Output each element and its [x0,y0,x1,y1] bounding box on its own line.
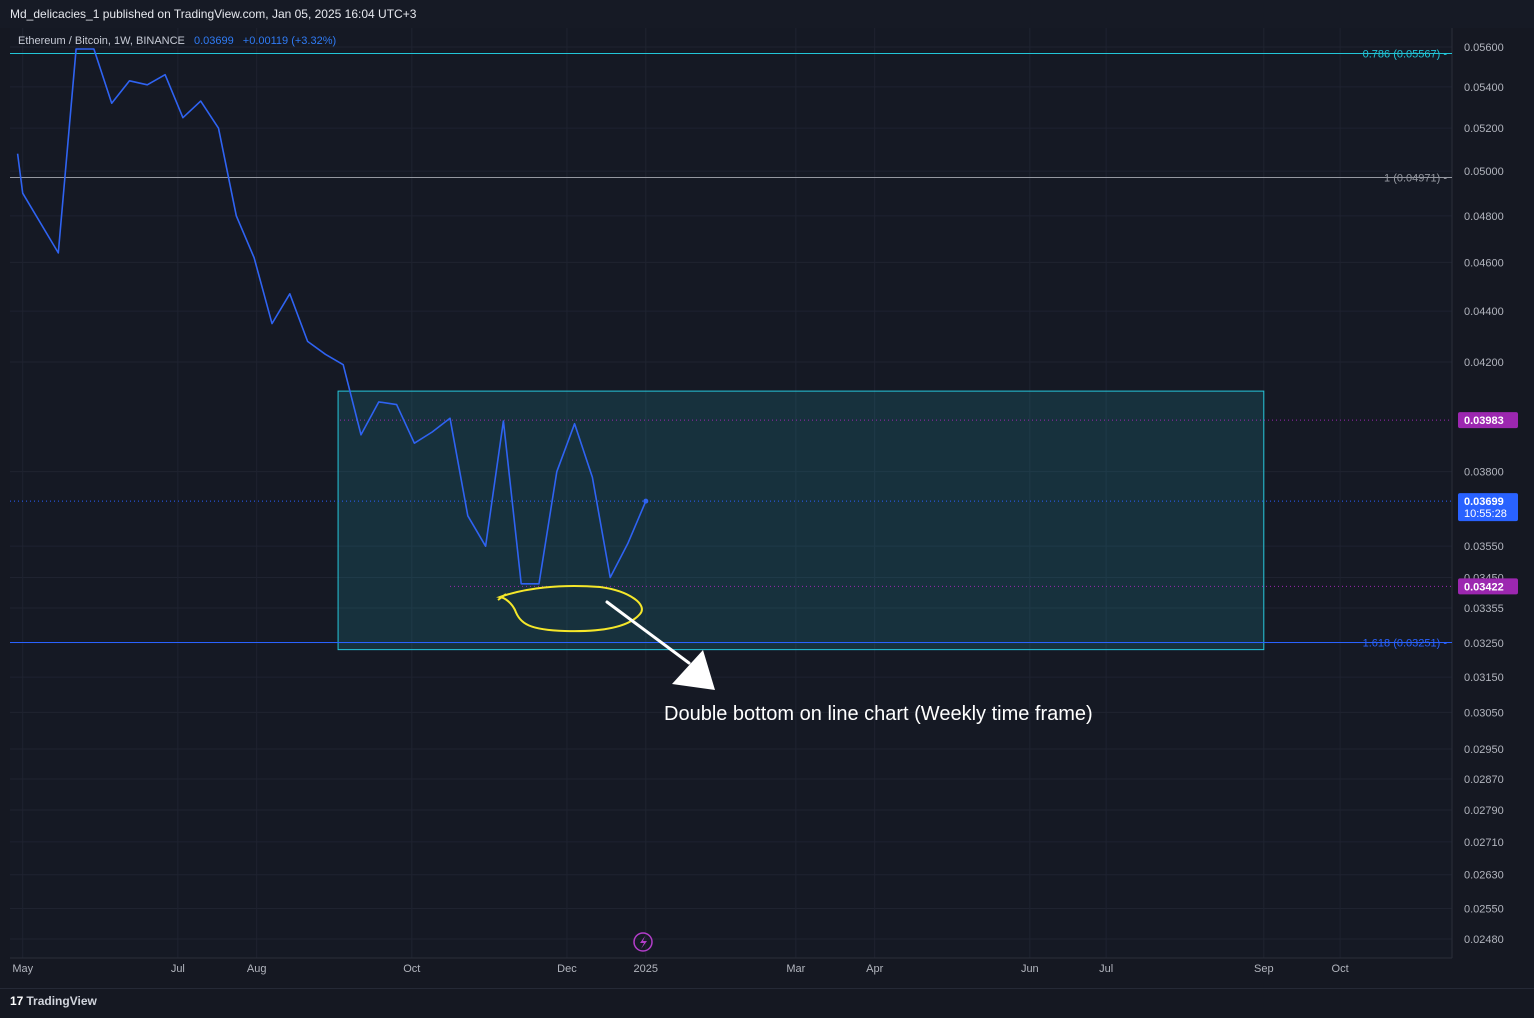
y-tick-label: 0.04600 [1464,257,1504,269]
x-tick-label: Dec [557,963,577,975]
y-tick-label: 0.05400 [1464,82,1504,94]
price-chart[interactable]: 0.05600 0.05400 0.05200 0.05000 0.04800 0.046… [0,28,1534,988]
x-tick-label: Sep [1254,963,1274,975]
y-tick-label: 0.03250 [1464,638,1504,650]
tradingview-logo-icon: 17 [10,994,24,1008]
x-tick-label: May [12,963,33,975]
y-tick-label: 0.02630 [1464,870,1504,882]
last-point-marker [643,498,649,504]
y-tick-label: 0.02550 [1464,904,1504,916]
tradingview-logo[interactable]: 17 TradingView [10,994,97,1008]
symbol-name[interactable]: Ethereum / Bitcoin, 1W, BINANCE [18,35,185,47]
x-tick-label: Jul [171,963,185,975]
fib-level-label: 1 (0.04971) - [1384,172,1447,184]
x-tick-label: Aug [247,963,267,975]
x-tick-label: Jul [1099,963,1113,975]
last-price: 0.03699 [193,35,234,47]
x-tick-label: Jun [1021,963,1039,975]
fib-level-label: 1.618 (0.03251) - [1363,638,1448,650]
chart-panel[interactable]: 0.05600 0.05400 0.05200 0.05000 0.04800 0.046… [0,28,1534,988]
y-tick-label: 0.05000 [1464,166,1504,178]
y-tick-label: 0.02710 [1464,837,1504,849]
header-bar: Md_delicacies_1 published on TradingView… [0,0,1534,28]
y-tick-label: 0.04800 [1464,211,1504,223]
y-tick-label: 0.05200 [1464,123,1504,135]
price-axis-label: 0.03422 [1464,581,1504,593]
price-change: +0.00119 (+3.32%) [242,35,337,47]
footer-bar: 17 TradingView [0,988,1534,1018]
x-tick-label: Apr [866,963,883,975]
y-tick-label: 0.03050 [1464,707,1504,719]
countdown-label: 10:55:28 [1464,508,1507,520]
support-zone [337,390,1265,651]
x-tick-label: Oct [403,963,420,975]
y-tick-label: 0.02480 [1464,934,1504,946]
price-axis-label: 0.03983 [1464,415,1504,427]
x-tick-label: 2025 [634,963,658,975]
price-axis-label: 0.03699 [1464,496,1504,508]
y-tick-label: 0.03800 [1464,467,1504,479]
tradingview-logo-text: TradingView [26,994,97,1008]
annotation-text: Double bottom on line chart (Weekly time… [664,703,1093,725]
x-tick-label: Oct [1332,963,1349,975]
y-tick-label: 0.04400 [1464,306,1504,318]
publish-info: Md_delicacies_1 published on TradingView… [10,7,417,21]
x-tick-label: Mar [786,963,805,975]
y-tick-label: 0.03355 [1464,603,1504,615]
y-tick-label: 0.03550 [1464,541,1504,553]
y-tick-label: 0.03150 [1464,672,1504,684]
y-tick-label: 0.04200 [1464,357,1504,369]
y-tick-label: 0.05600 [1464,42,1504,54]
y-tick-label: 0.02950 [1464,744,1504,756]
y-tick-label: 0.02870 [1464,774,1504,786]
symbol-legend[interactable]: Ethereum / Bitcoin, 1W, BINANCE 0.03699 … [18,35,336,47]
y-tick-label: 0.02790 [1464,805,1504,817]
fib-level-label: 0.786 (0.05567) - [1363,48,1448,60]
